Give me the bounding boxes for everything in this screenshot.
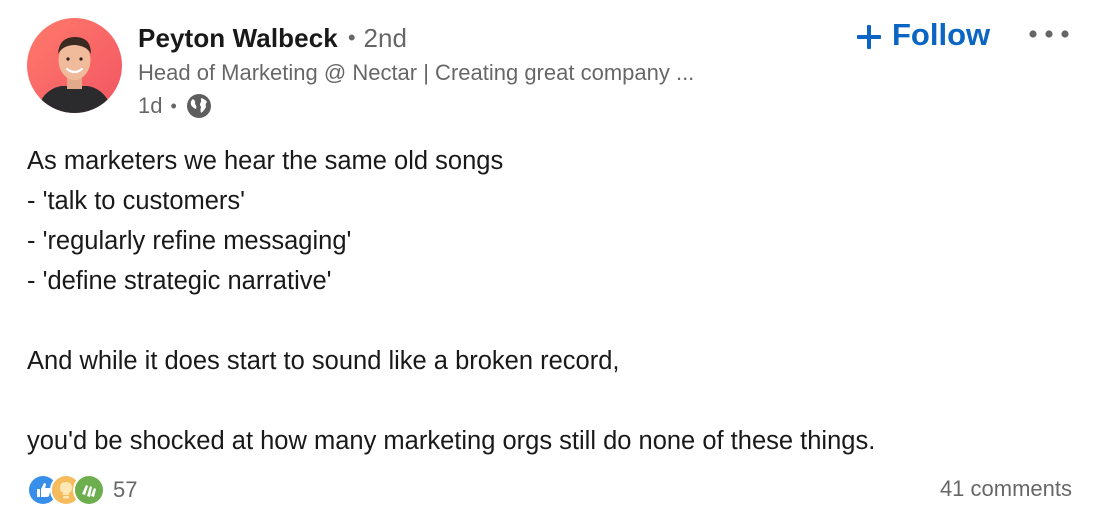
follow-button[interactable]: Follow: [856, 14, 990, 56]
more-options-button[interactable]: [1024, 20, 1074, 50]
reaction-count: 57: [113, 477, 138, 502]
post-line: As marketers we hear the same old songs: [27, 147, 504, 175]
separator-dot: •: [170, 95, 177, 116]
comments-link[interactable]: 41 comments: [940, 476, 1072, 502]
author-headline: Head of Marketing @ Nectar | Creating gr…: [138, 60, 695, 85]
post-line: [27, 381, 1067, 421]
post-text: As marketers we hear the same old songs …: [27, 141, 1067, 461]
more-options-icon: [1027, 26, 1071, 44]
post-line: - 'talk to customers': [27, 187, 246, 215]
post-line: And while it does start to sound like a …: [27, 347, 620, 375]
separator-dot: •: [347, 25, 356, 50]
globe-icon: [185, 92, 213, 120]
post-line: - 'define strategic narrative': [27, 267, 332, 295]
post-meta: 1d •: [138, 91, 213, 121]
author-name[interactable]: Peyton Walbeck: [138, 23, 338, 54]
follow-label: Follow: [892, 17, 991, 52]
post-line: you'd be shocked at how many marketing o…: [27, 427, 876, 455]
author-name-row: Peyton Walbeck • 2nd: [138, 20, 407, 56]
plus-icon: [856, 22, 882, 49]
reactions-summary[interactable]: 57: [27, 474, 137, 506]
celebrate-icon: [73, 474, 105, 506]
reaction-icons: [27, 474, 105, 506]
connection-degree: 2nd: [363, 22, 407, 53]
post-line: - 'regularly refine messaging': [27, 227, 352, 255]
feed-post: Peyton Walbeck • 2nd Head of Marketing @…: [0, 0, 1100, 512]
author-avatar[interactable]: [27, 18, 122, 113]
post-line: [27, 301, 1067, 341]
post-time: 1d: [138, 93, 163, 118]
